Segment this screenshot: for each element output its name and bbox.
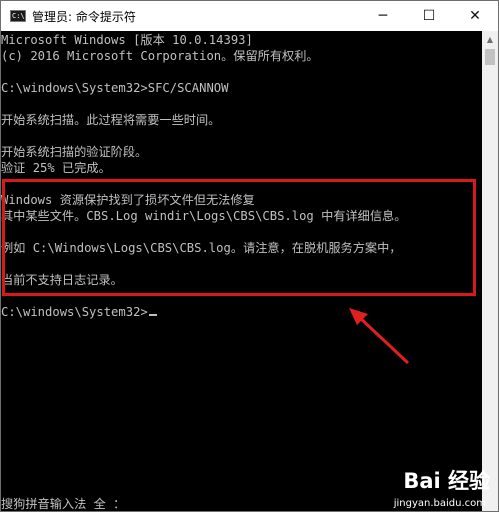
console-line: 验证 25% 已完成。 (1, 161, 111, 175)
vertical-scrollbar[interactable]: ▲ (482, 31, 498, 511)
window-title: 管理员: 命令提示符 (32, 9, 136, 24)
console-line: Microsoft Windows [版本 10.0.14393] (1, 33, 253, 47)
console-line: (c) 2016 Microsoft Corporation。保留所有权利。 (1, 49, 319, 63)
minimize-button[interactable]: ─ (360, 1, 406, 31)
console-line: 开始系统扫描的验证阶段。 (1, 145, 148, 159)
console-line: 开始系统扫描。此过程将需要一些时间。 (1, 113, 221, 127)
maximize-button[interactable]: ☐ (406, 1, 452, 31)
console-line: C:\windows\System32>SFC/SCANNOW (1, 81, 229, 95)
prompt-text: C:\windows\System32> (1, 305, 148, 319)
window-controls: ─ ☐ ✕ (360, 1, 498, 31)
error-message-highlight-box (2, 179, 476, 296)
close-icon: ✕ (469, 8, 481, 24)
baidu-jingyan-watermark: Bai 经验 jingyan.baidu.com (362, 465, 492, 509)
minimize-icon: ─ (378, 8, 388, 24)
title-bar[interactable]: C:\ 管理员: 命令提示符 ─ ☐ ✕ (1, 1, 498, 31)
scroll-up-arrow-icon[interactable]: ▲ (482, 31, 498, 47)
ime-status-bar: 搜狗拼音输入法 全 ： (1, 497, 126, 511)
watermark-url: jingyan.baidu.com (393, 498, 486, 509)
cmd-app-icon: C:\ (10, 10, 26, 22)
console-prompt: C:\windows\System32> (1, 304, 157, 320)
watermark-logo: Bai 经验 (403, 469, 490, 493)
text-cursor (148, 314, 157, 316)
cmd-window: C:\ 管理员: 命令提示符 ─ ☐ ✕ Microsoft Windows [… (0, 0, 499, 512)
maximize-icon: ☐ (422, 8, 436, 24)
scrollbar-thumb[interactable] (485, 49, 495, 65)
close-button[interactable]: ✕ (452, 1, 498, 31)
